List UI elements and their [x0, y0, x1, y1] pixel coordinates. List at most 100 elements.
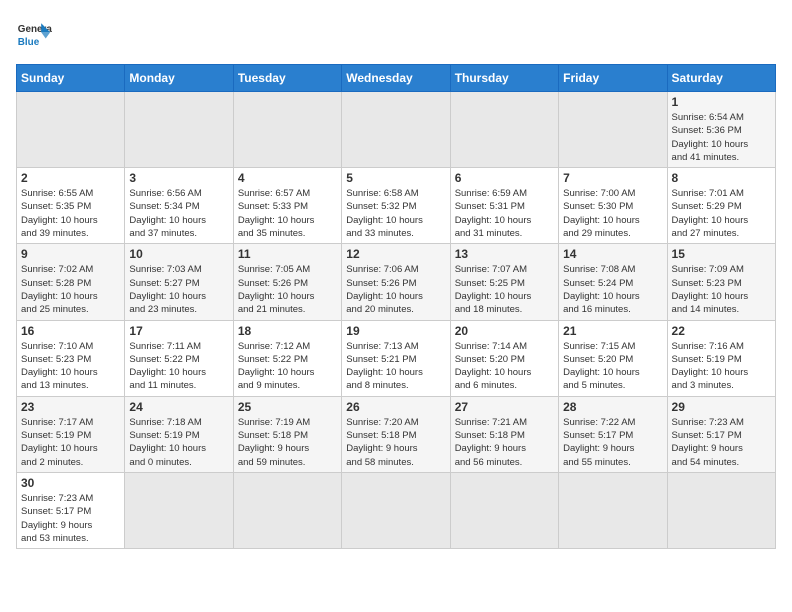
day-info: Sunrise: 7:23 AMSunset: 5:17 PMDaylight:…	[672, 416, 771, 469]
calendar-cell: 19 Sunrise: 7:13 AMSunset: 5:21 PMDayligh…	[342, 320, 450, 396]
day-info: Sunrise: 6:58 AMSunset: 5:32 PMDaylight:…	[346, 187, 445, 240]
calendar-cell	[559, 92, 667, 168]
calendar-cell: 4Sunrise: 6:57 AMSunset: 5:33 PMDaylight…	[233, 168, 341, 244]
day-number: 27	[455, 400, 554, 414]
day-info: Sunrise: 7:12 AMSunset: 5:22 PMDaylight:…	[238, 340, 337, 393]
day-info: Sunrise: 7:08 AMSunset: 5:24 PMDaylight:…	[563, 263, 662, 316]
day-number: 17	[129, 324, 228, 338]
calendar-cell: 5 Sunrise: 6:58 AMSunset: 5:32 PMDaylight…	[342, 168, 450, 244]
day-info: Sunrise: 6:59 AMSunset: 5:31 PMDaylight:…	[455, 187, 554, 240]
svg-text:Blue: Blue	[18, 37, 40, 48]
day-number: 6	[455, 171, 554, 185]
day-number: 22	[672, 324, 771, 338]
calendar-cell: 6 Sunrise: 6:59 AMSunset: 5:31 PMDaylight…	[450, 168, 558, 244]
calendar-cell: 10 Sunrise: 7:03 AMSunset: 5:27 PMDayligh…	[125, 244, 233, 320]
day-number: 19	[346, 324, 445, 338]
calendar-cell: 13 Sunrise: 7:07 AMSunset: 5:25 PMDayligh…	[450, 244, 558, 320]
calendar-cell	[233, 472, 341, 548]
day-number: 2	[21, 171, 120, 185]
calendar-cell: 26Sunrise: 7:20 AMSunset: 5:18 PMDayligh…	[342, 396, 450, 472]
calendar-cell: 23 Sunrise: 7:17 AMSunset: 5:19 PMDayligh…	[17, 396, 125, 472]
calendar-week-row: 2 Sunrise: 6:55 AMSunset: 5:35 PMDaylight…	[17, 168, 776, 244]
calendar-cell	[450, 472, 558, 548]
calendar-cell: 28 Sunrise: 7:22 AMSunset: 5:17 PMDayligh…	[559, 396, 667, 472]
day-number: 14	[563, 247, 662, 261]
day-number: 9	[21, 247, 120, 261]
calendar-cell: 30Sunrise: 7:23 AMSunset: 5:17 PMDayligh…	[17, 472, 125, 548]
calendar-body: 1Sunrise: 6:54 AMSunset: 5:36 PMDaylight…	[17, 92, 776, 549]
day-info: Sunrise: 7:02 AMSunset: 5:28 PMDaylight:…	[21, 263, 120, 316]
day-info: Sunrise: 7:10 AMSunset: 5:23 PMDaylight:…	[21, 340, 120, 393]
day-number: 11	[238, 247, 337, 261]
calendar-cell: 1Sunrise: 6:54 AMSunset: 5:36 PMDaylight…	[667, 92, 775, 168]
calendar-cell	[125, 472, 233, 548]
day-info: Sunrise: 7:06 AMSunset: 5:26 PMDaylight:…	[346, 263, 445, 316]
calendar-week-row: 9 Sunrise: 7:02 AMSunset: 5:28 PMDaylight…	[17, 244, 776, 320]
calendar-cell: 20 Sunrise: 7:14 AMSunset: 5:20 PMDayligh…	[450, 320, 558, 396]
day-number: 3	[129, 171, 228, 185]
calendar-cell: 25Sunrise: 7:19 AMSunset: 5:18 PMDayligh…	[233, 396, 341, 472]
calendar-cell	[450, 92, 558, 168]
day-info: Sunrise: 7:13 AMSunset: 5:21 PMDaylight:…	[346, 340, 445, 393]
weekday-header: Monday	[125, 65, 233, 92]
calendar-week-row: 23 Sunrise: 7:17 AMSunset: 5:19 PMDayligh…	[17, 396, 776, 472]
day-info: Sunrise: 7:15 AMSunset: 5:20 PMDaylight:…	[563, 340, 662, 393]
day-info: Sunrise: 6:57 AMSunset: 5:33 PMDaylight:…	[238, 187, 337, 240]
day-number: 16	[21, 324, 120, 338]
calendar-cell: 12 Sunrise: 7:06 AMSunset: 5:26 PMDayligh…	[342, 244, 450, 320]
calendar-cell	[125, 92, 233, 168]
day-info: Sunrise: 7:07 AMSunset: 5:25 PMDaylight:…	[455, 263, 554, 316]
weekday-header-row: SundayMondayTuesdayWednesdayThursdayFrid…	[17, 65, 776, 92]
calendar-cell: 16 Sunrise: 7:10 AMSunset: 5:23 PMDayligh…	[17, 320, 125, 396]
day-number: 28	[563, 400, 662, 414]
calendar-cell	[342, 472, 450, 548]
day-number: 29	[672, 400, 771, 414]
calendar-cell	[233, 92, 341, 168]
day-info: Sunrise: 7:16 AMSunset: 5:19 PMDaylight:…	[672, 340, 771, 393]
weekday-header: Tuesday	[233, 65, 341, 92]
page-header: General Blue	[16, 16, 776, 52]
day-info: Sunrise: 7:20 AMSunset: 5:18 PMDaylight:…	[346, 416, 445, 469]
weekday-header: Saturday	[667, 65, 775, 92]
logo: General Blue	[16, 16, 52, 52]
day-number: 10	[129, 247, 228, 261]
calendar-cell	[17, 92, 125, 168]
day-number: 5	[346, 171, 445, 185]
day-info: Sunrise: 7:17 AMSunset: 5:19 PMDaylight:…	[21, 416, 120, 469]
day-number: 7	[563, 171, 662, 185]
calendar-table: SundayMondayTuesdayWednesdayThursdayFrid…	[16, 64, 776, 549]
day-info: Sunrise: 7:05 AMSunset: 5:26 PMDaylight:…	[238, 263, 337, 316]
day-info: Sunrise: 7:23 AMSunset: 5:17 PMDaylight:…	[21, 492, 120, 545]
calendar-cell: 22 Sunrise: 7:16 AMSunset: 5:19 PMDayligh…	[667, 320, 775, 396]
day-info: Sunrise: 7:14 AMSunset: 5:20 PMDaylight:…	[455, 340, 554, 393]
day-number: 1	[672, 95, 771, 109]
day-info: Sunrise: 6:55 AMSunset: 5:35 PMDaylight:…	[21, 187, 120, 240]
calendar-cell: 18 Sunrise: 7:12 AMSunset: 5:22 PMDayligh…	[233, 320, 341, 396]
day-info: Sunrise: 7:01 AMSunset: 5:29 PMDaylight:…	[672, 187, 771, 240]
calendar-cell: 17 Sunrise: 7:11 AMSunset: 5:22 PMDayligh…	[125, 320, 233, 396]
weekday-header: Friday	[559, 65, 667, 92]
calendar-cell: 9 Sunrise: 7:02 AMSunset: 5:28 PMDaylight…	[17, 244, 125, 320]
calendar-cell	[667, 472, 775, 548]
day-info: Sunrise: 7:00 AMSunset: 5:30 PMDaylight:…	[563, 187, 662, 240]
day-info: Sunrise: 7:18 AMSunset: 5:19 PMDaylight:…	[129, 416, 228, 469]
calendar-cell: 21 Sunrise: 7:15 AMSunset: 5:20 PMDayligh…	[559, 320, 667, 396]
day-info: Sunrise: 6:56 AMSunset: 5:34 PMDaylight:…	[129, 187, 228, 240]
calendar-cell: 14 Sunrise: 7:08 AMSunset: 5:24 PMDayligh…	[559, 244, 667, 320]
day-info: Sunrise: 7:11 AMSunset: 5:22 PMDaylight:…	[129, 340, 228, 393]
day-number: 8	[672, 171, 771, 185]
day-info: Sunrise: 7:22 AMSunset: 5:17 PMDaylight:…	[563, 416, 662, 469]
calendar-cell: 27Sunrise: 7:21 AMSunset: 5:18 PMDayligh…	[450, 396, 558, 472]
calendar-week-row: 16 Sunrise: 7:10 AMSunset: 5:23 PMDayligh…	[17, 320, 776, 396]
day-info: Sunrise: 7:19 AMSunset: 5:18 PMDaylight:…	[238, 416, 337, 469]
day-number: 21	[563, 324, 662, 338]
day-number: 23	[21, 400, 120, 414]
weekday-header: Wednesday	[342, 65, 450, 92]
day-number: 12	[346, 247, 445, 261]
day-info: Sunrise: 7:03 AMSunset: 5:27 PMDaylight:…	[129, 263, 228, 316]
day-number: 20	[455, 324, 554, 338]
calendar-cell: 3 Sunrise: 6:56 AMSunset: 5:34 PMDaylight…	[125, 168, 233, 244]
day-number: 13	[455, 247, 554, 261]
calendar-cell: 29 Sunrise: 7:23 AMSunset: 5:17 PMDayligh…	[667, 396, 775, 472]
day-number: 18	[238, 324, 337, 338]
